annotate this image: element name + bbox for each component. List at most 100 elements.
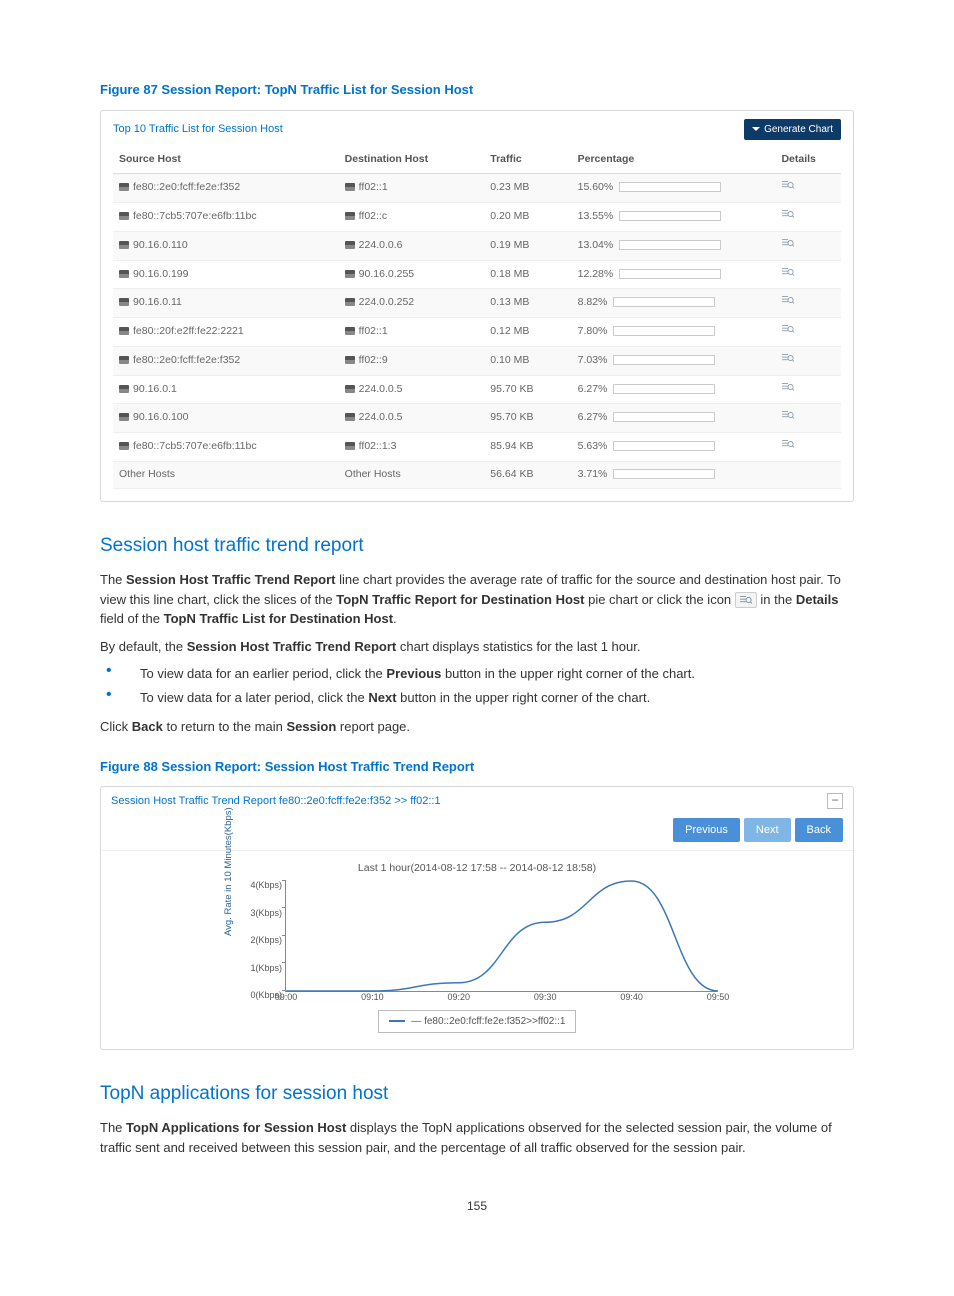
cell-dest: ff02::c (339, 203, 485, 232)
host-icon (119, 413, 129, 421)
pct-bar (619, 240, 721, 250)
cell-details[interactable] (775, 174, 841, 203)
cell-details[interactable] (775, 375, 841, 404)
y-tick: 1(Kbps) (238, 962, 282, 976)
cell-source: fe80::2e0:fcff:fe2e:f352 (113, 174, 339, 203)
section-topn-apps-heading: TopN applications for session host (100, 1080, 854, 1109)
cell-source: fe80::20f:e2ff:fe22:2221 (113, 318, 339, 347)
cell-details[interactable] (775, 433, 841, 462)
cell-pct: 3.71% (572, 461, 776, 488)
cell-pct: 5.63% (572, 433, 776, 462)
details-icon[interactable] (781, 297, 795, 309)
pct-bar (613, 297, 715, 307)
table-row: fe80::2e0:fcff:fe2e:f352ff02::10.23 MB15… (113, 174, 841, 203)
cell-dest: 224.0.0.5 (339, 375, 485, 404)
details-inline-icon (735, 592, 757, 608)
cell-dest: 224.0.0.5 (339, 404, 485, 433)
para-4: The TopN Applications for Session Host d… (100, 1118, 854, 1157)
host-icon (119, 442, 129, 450)
collapse-icon[interactable]: − (827, 793, 843, 809)
host-icon (119, 183, 129, 191)
panel-title: Top 10 Traffic List for Session Host (113, 121, 283, 138)
host-icon (345, 298, 355, 306)
cell-pct: 6.27% (572, 375, 776, 404)
cell-details (775, 461, 841, 488)
details-icon[interactable] (781, 269, 795, 281)
cell-source: 90.16.0.199 (113, 260, 339, 289)
table-row: 90.16.0.100224.0.0.595.70 KB6.27% (113, 404, 841, 433)
figure-88-title: Figure 88 Session Report: Session Host T… (100, 757, 854, 777)
cell-traffic: 85.94 KB (484, 433, 571, 462)
cell-dest: 224.0.0.252 (339, 289, 485, 318)
next-button[interactable]: Next (744, 818, 791, 843)
col-pct: Percentage (572, 146, 776, 174)
cell-details[interactable] (775, 260, 841, 289)
details-icon[interactable] (781, 412, 795, 424)
pct-bar (613, 326, 715, 336)
y-tick: 4(Kbps) (238, 879, 282, 893)
cell-source: 90.16.0.110 (113, 231, 339, 260)
cell-dest: ff02::9 (339, 346, 485, 375)
table-row: fe80::7cb5:707e:e6fb:11bcff02::c0.20 MB1… (113, 203, 841, 232)
y-tick: 2(Kbps) (238, 934, 282, 948)
figure-87-title: Figure 87 Session Report: TopN Traffic L… (100, 80, 854, 100)
section-session-trend-heading: Session host traffic trend report (100, 532, 854, 561)
cell-details[interactable] (775, 289, 841, 318)
cell-source: 90.16.0.100 (113, 404, 339, 433)
generate-chart-button[interactable]: Generate Chart (744, 119, 841, 140)
generate-chart-label: Generate Chart (764, 122, 833, 137)
page-number: 155 (100, 1197, 854, 1215)
cell-source: fe80::2e0:fcff:fe2e:f352 (113, 346, 339, 375)
pct-bar (613, 441, 715, 451)
traffic-list-panel: Top 10 Traffic List for Session Host Gen… (100, 110, 854, 502)
host-icon (119, 212, 129, 220)
cell-dest: ff02::1 (339, 318, 485, 347)
details-icon[interactable] (781, 240, 795, 252)
cell-pct: 12.28% (572, 260, 776, 289)
cell-dest: 224.0.0.6 (339, 231, 485, 260)
host-icon (345, 183, 355, 191)
chart-area: Last 1 hour(2014-08-12 17:58 -- 2014-08-… (101, 851, 853, 1049)
host-icon (345, 241, 355, 249)
cell-traffic: 95.70 KB (484, 404, 571, 433)
cell-details[interactable] (775, 404, 841, 433)
cell-traffic: 0.13 MB (484, 289, 571, 318)
pct-bar (619, 211, 721, 221)
col-source: Source Host (113, 146, 339, 174)
x-tick: 09:40 (620, 991, 643, 1005)
host-icon (345, 327, 355, 335)
host-icon (345, 385, 355, 393)
cell-traffic: 0.10 MB (484, 346, 571, 375)
details-icon[interactable] (781, 326, 795, 338)
col-dest: Destination Host (339, 146, 485, 174)
para-2: By default, the Session Host Traffic Tre… (100, 637, 854, 657)
previous-button[interactable]: Previous (673, 818, 740, 843)
x-tick: 09:20 (448, 991, 471, 1005)
cell-details[interactable] (775, 203, 841, 232)
back-button[interactable]: Back (795, 818, 843, 843)
details-icon[interactable] (781, 355, 795, 367)
traffic-table: Source Host Destination Host Traffic Per… (113, 146, 841, 489)
host-icon (119, 298, 129, 306)
cell-source: fe80::7cb5:707e:e6fb:11bc (113, 433, 339, 462)
details-icon[interactable] (781, 211, 795, 223)
cell-source: Other Hosts (113, 461, 339, 488)
cell-details[interactable] (775, 231, 841, 260)
details-icon[interactable] (781, 384, 795, 396)
cell-traffic: 0.12 MB (484, 318, 571, 347)
cell-details[interactable] (775, 318, 841, 347)
details-icon[interactable] (781, 182, 795, 194)
cell-dest: ff02::1 (339, 174, 485, 203)
table-row: 90.16.0.1224.0.0.595.70 KB6.27% (113, 375, 841, 404)
y-tick: 3(Kbps) (238, 907, 282, 921)
cell-traffic: 0.20 MB (484, 203, 571, 232)
pct-bar (613, 384, 715, 394)
host-icon (345, 442, 355, 450)
table-row: fe80::20f:e2ff:fe22:2221ff02::10.12 MB7.… (113, 318, 841, 347)
col-traffic: Traffic (484, 146, 571, 174)
cell-pct: 7.80% (572, 318, 776, 347)
cell-source: 90.16.0.11 (113, 289, 339, 318)
cell-details[interactable] (775, 346, 841, 375)
host-icon (345, 212, 355, 220)
details-icon[interactable] (781, 441, 795, 453)
